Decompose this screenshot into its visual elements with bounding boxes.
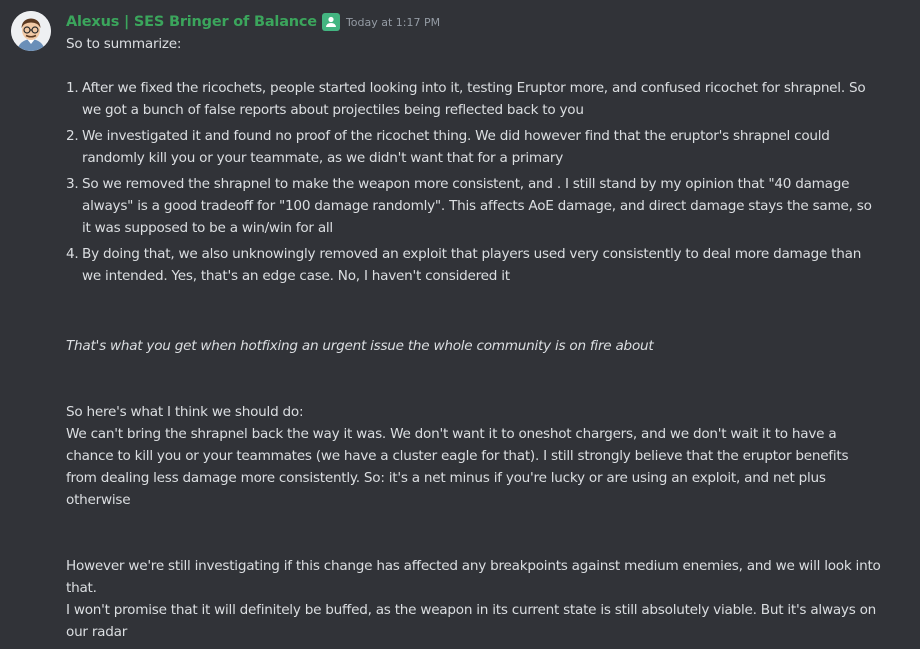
- plan-body: We can't bring the shrapnel back the way…: [66, 426, 849, 508]
- role-badge-icon[interactable]: [321, 13, 340, 31]
- message-header: Alexus | SES Bringer of Balance Today at…: [66, 11, 440, 33]
- author-name[interactable]: Alexus | SES Bringer of Balance: [66, 14, 317, 30]
- list-item-text: So we removed the shrapnel to make the w…: [82, 176, 872, 236]
- list-item: 2. We investigated it and found no proof…: [66, 125, 881, 169]
- summary-list: 1. After we fixed the ricochets, people …: [66, 77, 881, 287]
- role-person-icon: [325, 16, 336, 27]
- list-number: 2.: [66, 128, 79, 144]
- list-item: 1. After we fixed the ricochets, people …: [66, 77, 881, 121]
- user-avatar[interactable]: [11, 11, 51, 51]
- list-item-text: After we fixed the ricochets, people sta…: [82, 80, 866, 118]
- list-item-text: By doing that, we also unknowingly remov…: [82, 246, 862, 284]
- list-item: 3. So we removed the shrapnel to make th…: [66, 173, 881, 239]
- message-timestamp: Today at 1:17 PM: [345, 15, 441, 29]
- avatar-portrait-icon: [11, 11, 51, 51]
- list-number: 4.: [66, 246, 79, 262]
- list-number: 3.: [66, 176, 79, 192]
- chat-message: Alexus | SES Bringer of Balance Today at…: [0, 0, 920, 649]
- list-number: 1.: [66, 80, 79, 96]
- message-body: So to summarize: 1. After we fixed the r…: [66, 33, 881, 643]
- intro-text: So to summarize:: [66, 36, 182, 52]
- list-item-text: We investigated it and found no proof of…: [82, 128, 830, 166]
- investigating-text: However we're still investigating if thi…: [66, 558, 881, 596]
- list-item: 4. By doing that, we also unknowingly re…: [66, 243, 881, 287]
- italic-remark: That's what you get when hotfixing an ur…: [66, 338, 654, 354]
- closing-text: I won't promise that it will definitely …: [66, 602, 877, 640]
- plan-heading: So here's what I think we should do:: [66, 404, 304, 420]
